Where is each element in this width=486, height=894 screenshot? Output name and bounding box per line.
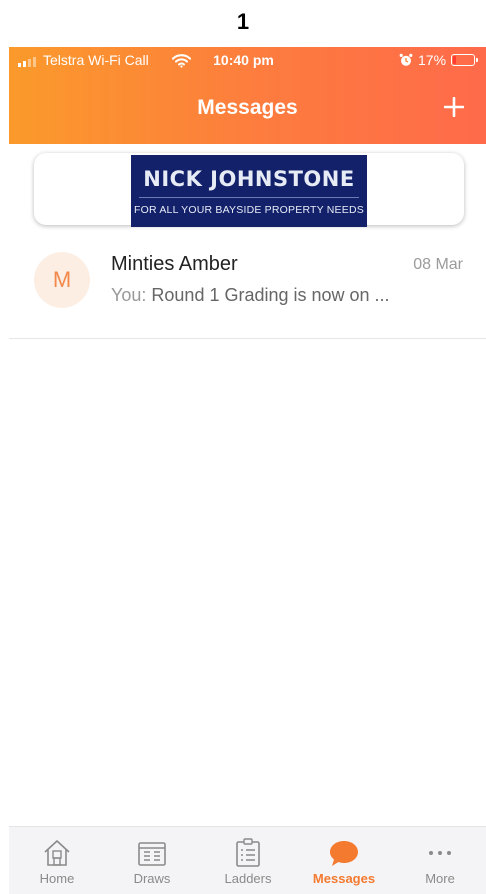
- messages-icon: [330, 841, 358, 866]
- tab-home[interactable]: Home: [17, 837, 97, 886]
- conversation-name: Minties Amber: [111, 253, 238, 275]
- sponsor-banner-card[interactable]: NICK JOHNSTONE FOR ALL YOUR BAYSIDE PROP…: [34, 153, 464, 227]
- conversation-row[interactable]: M Minties Amber 08 Mar You: Round 1 Grad…: [9, 252, 486, 339]
- status-time: 10:40 pm: [213, 52, 274, 68]
- preview-text: Round 1 Grading is now on ...: [151, 285, 390, 305]
- avatar: M: [34, 252, 90, 308]
- conversation-preview: You: Round 1 Grading is now on ...: [111, 285, 390, 306]
- battery-percent: 17%: [418, 52, 447, 68]
- ladders-icon: [236, 838, 260, 867]
- banner-divider: [139, 197, 359, 198]
- plus-icon: [444, 97, 464, 117]
- battery-icon: [451, 54, 478, 66]
- more-icon: [429, 851, 451, 855]
- draws-icon: [138, 842, 166, 866]
- tab-bar: Home Draws Ladders Messages More: [9, 826, 486, 894]
- home-icon: [44, 840, 70, 866]
- sponsor-name: NICK JOHNSTONE: [143, 167, 355, 191]
- battery-level: [453, 56, 456, 64]
- sponsor-banner[interactable]: NICK JOHNSTONE FOR ALL YOUR BAYSIDE PROP…: [131, 155, 367, 227]
- sponsor-tagline: FOR ALL YOUR BAYSIDE PROPERTY NEEDS: [134, 204, 364, 216]
- new-message-button[interactable]: [442, 95, 466, 119]
- tab-ladders-label: Ladders: [224, 871, 272, 886]
- tab-home-label: Home: [39, 871, 75, 886]
- tab-messages-label: Messages: [312, 871, 376, 886]
- tab-more-label: More: [425, 871, 455, 886]
- app-header: Telstra Wi-Fi Call 10:40 pm 17% Messages: [9, 47, 486, 144]
- alarm-icon: [399, 53, 413, 66]
- conversation-date: 08 Mar: [413, 256, 463, 273]
- page-number: 1: [236, 9, 250, 34]
- tab-ladders[interactable]: Ladders: [208, 837, 288, 886]
- phone-screen: Telstra Wi-Fi Call 10:40 pm 17% Messages: [9, 47, 486, 894]
- page-title: Messages: [197, 96, 298, 119]
- tab-draws-label: Draws: [133, 871, 171, 886]
- tab-draws[interactable]: Draws: [112, 837, 192, 886]
- tab-more[interactable]: More: [400, 837, 480, 886]
- status-bar: Telstra Wi-Fi Call 10:40 pm 17%: [9, 47, 486, 75]
- tab-messages[interactable]: Messages: [304, 837, 384, 886]
- sender-prefix: You:: [111, 285, 147, 305]
